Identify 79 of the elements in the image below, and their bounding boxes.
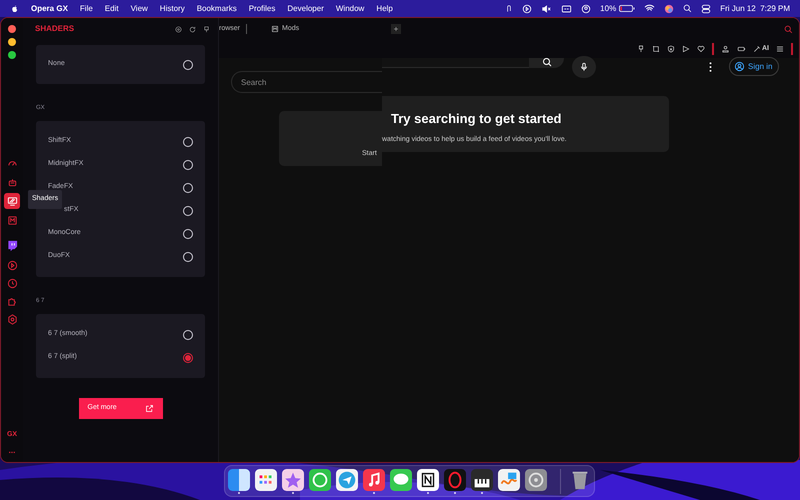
refresh-icon[interactable] <box>189 26 196 32</box>
caption-icon[interactable] <box>561 4 572 14</box>
mods-icon <box>6 214 18 226</box>
search-icon <box>540 58 552 68</box>
gear-icon[interactable] <box>525 468 547 490</box>
settings-icon <box>6 314 18 324</box>
wifi-icon[interactable] <box>644 4 656 13</box>
user-circle-icon[interactable] <box>581 4 592 14</box>
radio-button[interactable] <box>183 352 193 362</box>
shader-icon <box>6 196 18 206</box>
clock[interactable]: Fri Jun 12 7:29 PM <box>720 2 790 14</box>
sign-in-button[interactable]: Sign in <box>729 57 779 76</box>
external-link-icon <box>144 404 154 413</box>
panel-title: SHADERS <box>35 23 74 35</box>
user-circle-icon <box>734 61 745 72</box>
radio-button[interactable] <box>183 330 193 340</box>
paperclip-icon[interactable] <box>505 4 514 14</box>
zoom-button[interactable] <box>8 51 16 59</box>
new-tab-button[interactable] <box>391 24 402 34</box>
play-icon <box>6 260 18 270</box>
app-menu[interactable]: Opera GX <box>31 2 68 14</box>
menu-item[interactable]: Help <box>376 2 393 14</box>
menu-item[interactable]: Window <box>336 2 364 14</box>
play-circle-icon[interactable] <box>522 4 532 14</box>
battery-icon[interactable] <box>737 45 746 53</box>
heart-icon[interactable] <box>697 45 705 53</box>
toggles-icon[interactable] <box>701 4 712 14</box>
menu-item[interactable]: Bookmarks <box>196 2 237 14</box>
color-orb-icon[interactable] <box>664 4 674 14</box>
card-title: Try searching to get started <box>391 110 562 128</box>
music-note-icon[interactable] <box>363 468 385 490</box>
radio-button[interactable] <box>183 228 193 238</box>
pin-icon[interactable] <box>637 45 645 53</box>
robot-icon <box>6 176 18 188</box>
gear-icon[interactable] <box>175 26 182 32</box>
chat-bubble-icon[interactable] <box>390 468 412 490</box>
radio-button[interactable] <box>183 160 193 170</box>
clock-icon <box>6 278 18 288</box>
menu-item[interactable]: Profiles <box>248 2 276 14</box>
menu-item[interactable]: View <box>130 2 148 14</box>
search-button[interactable] <box>529 58 564 68</box>
search-icon[interactable] <box>683 4 692 13</box>
kebab-menu-icon[interactable] <box>709 62 712 72</box>
speaker-muted-icon[interactable] <box>541 4 552 14</box>
more-button[interactable]: ... <box>8 448 16 454</box>
radio-button[interactable] <box>183 60 193 70</box>
battery-icon[interactable] <box>619 4 636 13</box>
close-button[interactable] <box>8 25 16 33</box>
radio-button[interactable] <box>183 206 193 216</box>
apple-icon <box>10 4 19 14</box>
paper-plane-icon[interactable] <box>336 468 358 490</box>
menu-item[interactable]: Edit <box>104 2 119 14</box>
menu-icon[interactable] <box>776 45 784 53</box>
pin-icon[interactable] <box>203 26 210 32</box>
ring-icon[interactable] <box>444 468 466 490</box>
mods-icon <box>271 25 280 33</box>
radio-button[interactable] <box>183 252 193 262</box>
plus-icon <box>393 26 400 32</box>
piano-icon[interactable] <box>471 468 493 490</box>
grid-icon[interactable] <box>255 468 277 490</box>
person-icon[interactable] <box>721 45 730 53</box>
menu-item[interactable]: File <box>80 2 93 14</box>
battery-percent: 10% <box>600 2 616 14</box>
menu-item[interactable]: History <box>160 2 185 14</box>
send-icon[interactable] <box>682 45 690 53</box>
shield-icon[interactable] <box>667 45 675 53</box>
menu-item[interactable]: Developer <box>287 2 324 14</box>
minimize-button[interactable] <box>8 38 16 46</box>
search-field[interactable]: Search <box>231 71 382 93</box>
crop-icon[interactable] <box>652 45 660 53</box>
wand-icon <box>753 45 761 53</box>
radio-button[interactable] <box>183 182 193 192</box>
chat-icon <box>6 240 18 250</box>
puzzle-icon <box>6 296 18 306</box>
squiggle-icon[interactable] <box>498 468 520 490</box>
radio-button[interactable] <box>183 136 193 146</box>
sidebar-item[interactable] <box>4 193 20 209</box>
mic-button[interactable] <box>572 56 596 78</box>
microphone-icon <box>579 62 589 72</box>
